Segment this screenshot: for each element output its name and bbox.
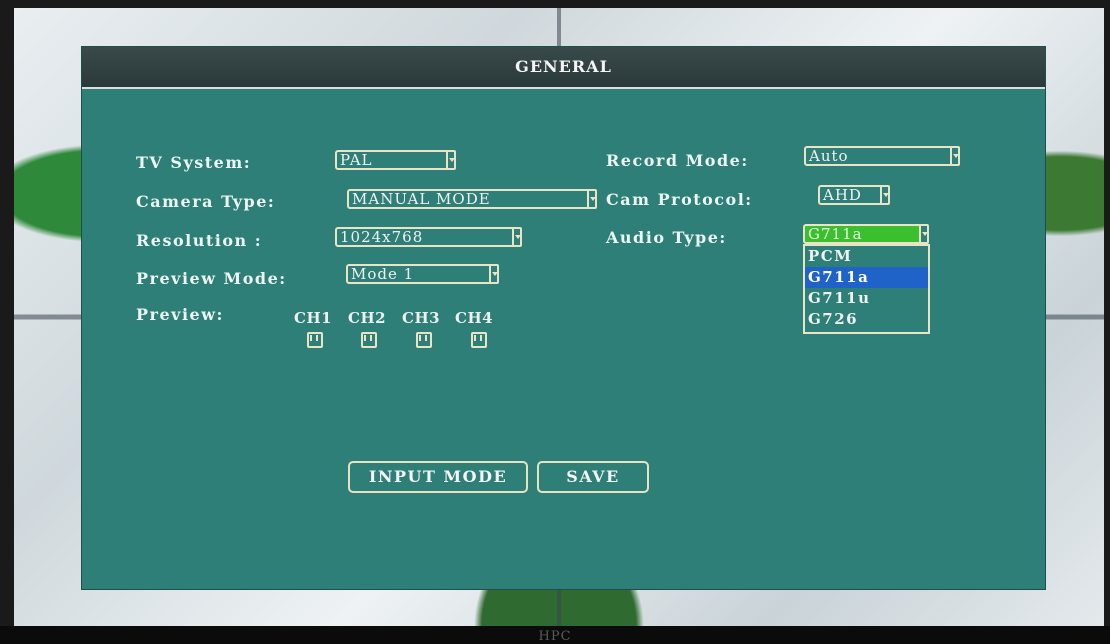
save-button[interactable]: SAVE	[537, 461, 649, 493]
channel-checkbox-ch1[interactable]	[307, 332, 323, 348]
chevron-down-icon[interactable]	[512, 227, 522, 247]
preview-mode-value: Mode 1	[351, 265, 415, 283]
audio-option-g711u[interactable]: G711u	[805, 288, 928, 309]
channel-label-ch3: CH3	[402, 309, 441, 327]
camera-type-value: MANUAL MODE	[352, 190, 491, 208]
record-mode-value: Auto	[809, 147, 849, 165]
audio-type-dropdown: PCM G711a G711u G726	[803, 244, 930, 334]
camera-type-select[interactable]: MANUAL MODE	[347, 189, 597, 209]
chevron-down-icon[interactable]	[489, 264, 499, 284]
channel-label-ch1: CH1	[294, 309, 333, 327]
channel-checkbox-ch3[interactable]	[416, 332, 432, 348]
camera-type-label: Camera Type:	[136, 192, 276, 211]
preview-mode-select[interactable]: Mode 1	[346, 264, 499, 284]
audio-type-select[interactable]: G711a	[803, 224, 929, 244]
chevron-down-icon[interactable]	[880, 185, 890, 205]
channel-label-ch2: CH2	[348, 309, 387, 327]
record-mode-label: Record Mode:	[606, 151, 749, 170]
preview-label: Preview:	[136, 305, 224, 324]
chevron-down-icon[interactable]	[919, 224, 929, 244]
record-mode-select[interactable]: Auto	[804, 146, 960, 166]
monitor-brand-label: HPC	[538, 629, 572, 644]
channel-label-ch4: CH4	[455, 309, 494, 327]
channel-checkbox-ch4[interactable]	[471, 332, 487, 348]
dialog-title: GENERAL	[515, 57, 612, 76]
general-settings-dialog: GENERAL TV System: PAL Camera Type: MANU…	[81, 46, 1046, 590]
audio-option-g726[interactable]: G726	[805, 309, 928, 330]
audio-type-value: G711a	[808, 225, 863, 243]
cam-protocol-label: Cam Protocol:	[606, 190, 753, 209]
audio-option-pcm[interactable]: PCM	[805, 246, 928, 267]
channel-checkbox-ch2[interactable]	[361, 332, 377, 348]
resolution-value: 1024x768	[340, 228, 424, 246]
tv-system-label: TV System:	[136, 153, 252, 172]
input-mode-button[interactable]: INPUT MODE	[348, 461, 528, 493]
resolution-label: Resolution :	[136, 231, 263, 250]
tv-system-select[interactable]: PAL	[335, 150, 456, 170]
audio-type-label: Audio Type:	[606, 228, 727, 247]
preview-mode-label: Preview Mode:	[136, 269, 287, 288]
chevron-down-icon[interactable]	[587, 189, 597, 209]
dialog-titlebar: GENERAL	[82, 47, 1045, 89]
resolution-select[interactable]: 1024x768	[335, 227, 522, 247]
chevron-down-icon[interactable]	[446, 150, 456, 170]
cam-protocol-select[interactable]: AHD	[818, 185, 890, 205]
tv-system-value: PAL	[340, 151, 373, 169]
audio-option-g711a[interactable]: G711a	[805, 267, 928, 288]
chevron-down-icon[interactable]	[950, 146, 960, 166]
cam-protocol-value: AHD	[823, 186, 862, 204]
